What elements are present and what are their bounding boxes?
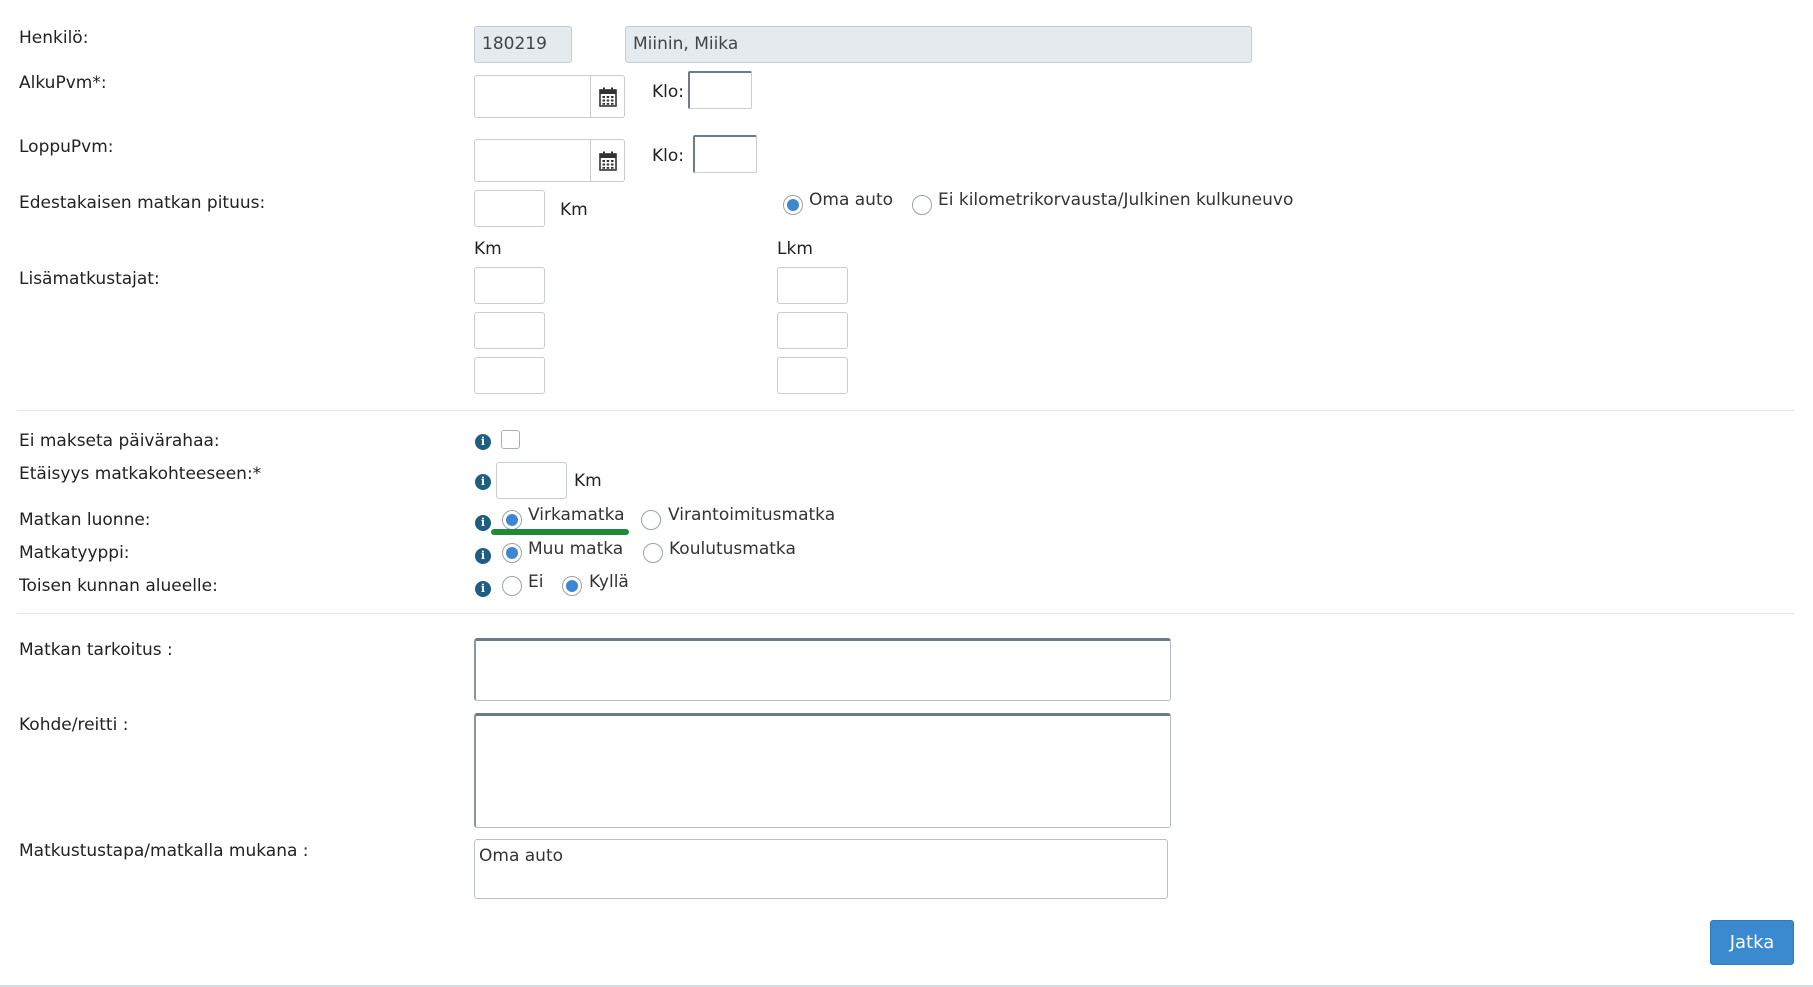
other-municipality-label: Toisen kunnan alueelle: bbox=[19, 576, 218, 596]
radio-own-car-label: Oma auto bbox=[809, 190, 894, 210]
radio-other-trip-label: Muu matka bbox=[528, 539, 624, 559]
travel-mode-label: Matkustustapa/matkalla mukana : bbox=[19, 841, 309, 861]
radio-yes[interactable] bbox=[562, 576, 582, 596]
purpose-label: Matkan tarkoitus : bbox=[19, 640, 173, 660]
radio-training-trip[interactable] bbox=[643, 543, 663, 563]
purpose-textarea[interactable] bbox=[474, 638, 1171, 701]
end-date-input[interactable] bbox=[474, 139, 591, 182]
start-date-input[interactable] bbox=[474, 75, 591, 118]
distance-label: Etäisyys matkakohteeseen:* bbox=[19, 464, 262, 484]
extra-count-input-3[interactable] bbox=[777, 357, 848, 394]
info-icon[interactable]: i bbox=[475, 434, 491, 450]
distance-km-input[interactable] bbox=[496, 462, 567, 499]
start-time-label: Klo: bbox=[652, 82, 684, 102]
extra-count-header: Lkm bbox=[777, 239, 813, 259]
info-icon[interactable]: i bbox=[475, 515, 491, 531]
route-textarea[interactable] bbox=[474, 713, 1171, 828]
trip-type-label: Matkatyyppi: bbox=[19, 543, 130, 563]
radio-public-transport[interactable] bbox=[912, 195, 932, 215]
start-date-calendar-button[interactable] bbox=[590, 75, 625, 118]
no-allowance-label: Ei makseta päivärahaa: bbox=[19, 431, 220, 451]
distance-unit: Km bbox=[574, 471, 602, 491]
radio-other-trip[interactable] bbox=[502, 543, 522, 563]
info-icon[interactable]: i bbox=[475, 548, 491, 564]
calendar-icon bbox=[598, 151, 617, 171]
person-label: Henkilö: bbox=[19, 28, 89, 48]
radio-official-trip[interactable] bbox=[502, 510, 522, 530]
extra-km-input-3[interactable] bbox=[474, 357, 545, 394]
extra-km-header: Km bbox=[474, 239, 502, 259]
route-label: Kohde/reitti : bbox=[19, 715, 129, 735]
end-date-label: LoppuPvm: bbox=[19, 137, 114, 157]
round-trip-unit: Km bbox=[560, 200, 588, 220]
round-trip-label: Edestakaisen matkan pituus: bbox=[19, 193, 266, 213]
extra-km-input-1[interactable] bbox=[474, 267, 545, 304]
end-date-calendar-button[interactable] bbox=[590, 139, 625, 182]
end-time-label: Klo: bbox=[652, 146, 684, 166]
radio-duty-trip[interactable] bbox=[641, 510, 661, 530]
radio-own-car[interactable] bbox=[783, 195, 803, 215]
person-id-field: 180219 bbox=[474, 26, 572, 63]
start-date-label: AlkuPvm*: bbox=[19, 73, 107, 93]
radio-training-trip-label: Koulutusmatka bbox=[669, 539, 796, 559]
start-time-input[interactable] bbox=[688, 71, 752, 109]
extra-count-input-2[interactable] bbox=[777, 312, 848, 349]
extra-km-input-2[interactable] bbox=[474, 312, 545, 349]
info-icon[interactable]: i bbox=[475, 581, 491, 597]
trip-nature-label: Matkan luonne: bbox=[19, 510, 151, 530]
radio-yes-label: Kyllä bbox=[589, 572, 629, 592]
travel-mode-textarea[interactable]: Oma auto bbox=[474, 839, 1168, 899]
radio-duty-trip-label: Virantoimitusmatka bbox=[668, 505, 836, 525]
extra-passengers-label: Lisämatkustajat: bbox=[19, 269, 160, 289]
radio-no-label: Ei bbox=[528, 572, 544, 592]
calendar-icon bbox=[598, 87, 617, 107]
extra-count-input-1[interactable] bbox=[777, 267, 848, 304]
info-icon[interactable]: i bbox=[475, 474, 491, 490]
radio-no[interactable] bbox=[502, 576, 522, 596]
radio-official-trip-label: Virkamatka bbox=[528, 505, 625, 525]
no-allowance-checkbox[interactable] bbox=[501, 430, 520, 449]
highlight-underline bbox=[491, 529, 629, 535]
section-divider bbox=[17, 613, 1794, 614]
person-name-field: Miinin, Miika bbox=[625, 26, 1252, 63]
round-trip-km-input[interactable] bbox=[474, 190, 545, 227]
radio-public-transport-label: Ei kilometrikorvausta/Julkinen kulkuneuv… bbox=[938, 190, 1294, 210]
section-divider bbox=[17, 410, 1794, 411]
end-time-input[interactable] bbox=[693, 135, 757, 173]
continue-button[interactable]: Jatka bbox=[1710, 920, 1794, 965]
